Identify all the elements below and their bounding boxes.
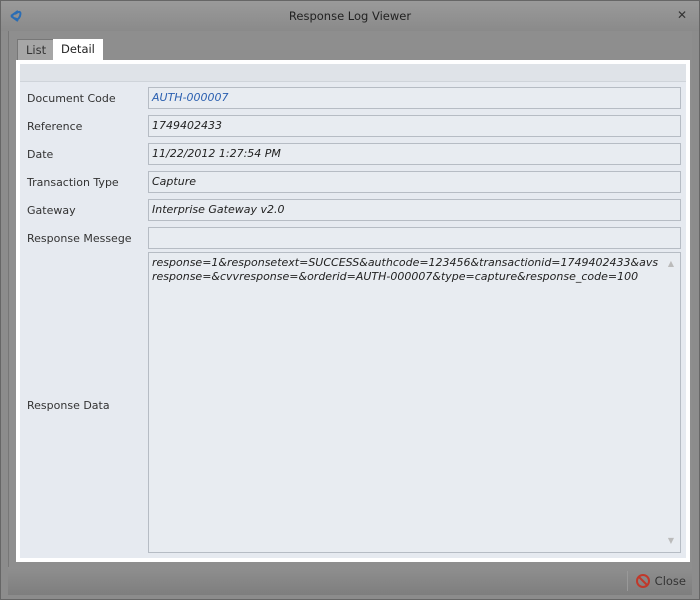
transaction-type-label: Transaction Type (27, 176, 119, 189)
transaction-type-field[interactable]: Capture (148, 171, 681, 193)
window-body: List Detail Document Code AUTH-000007 Re… (8, 31, 692, 567)
close-button-label: Close (654, 574, 686, 588)
document-code-label: Document Code (27, 92, 116, 105)
window-title: Response Log Viewer (288, 9, 412, 23)
gateway-label: Gateway (27, 204, 76, 217)
tab-list[interactable]: List (17, 39, 56, 60)
gateway-field[interactable]: Interprise Gateway v2.0 (148, 199, 681, 221)
scroll-up-icon[interactable]: ▲ (664, 257, 678, 271)
response-data-text: response=1&responsetext=SUCCESS&authcode… (152, 256, 659, 283)
footer-bar: Close (8, 567, 692, 595)
tab-detail[interactable]: Detail (53, 39, 103, 61)
response-message-label: Response Messege (27, 232, 132, 245)
detail-form: Document Code AUTH-000007 Reference 1749… (20, 64, 686, 558)
detail-panel: Document Code AUTH-000007 Reference 1749… (16, 60, 690, 562)
response-log-viewer-window: Response Log Viewer ✕ List Detail Docume… (0, 0, 700, 600)
response-data-label: Response Data (27, 399, 110, 412)
close-button[interactable]: Close (626, 571, 686, 591)
vertical-scrollbar[interactable]: ▲ ▼ (664, 255, 678, 550)
date-field[interactable]: 11/22/2012 1:27:54 PM (148, 143, 681, 165)
title-bar: Response Log Viewer ✕ (1, 1, 699, 31)
cancel-icon (635, 574, 650, 588)
scroll-down-icon[interactable]: ▼ (664, 534, 678, 548)
header-strip (20, 64, 686, 82)
date-label: Date (27, 148, 54, 161)
document-code-field[interactable]: AUTH-000007 (148, 87, 681, 109)
window-close-icon[interactable]: ✕ (675, 8, 689, 22)
response-data-textarea[interactable]: response=1&responsetext=SUCCESS&authcode… (148, 252, 681, 553)
reference-label: Reference (27, 120, 83, 133)
response-message-field[interactable] (148, 227, 681, 249)
reference-field[interactable]: 1749402433 (148, 115, 681, 137)
